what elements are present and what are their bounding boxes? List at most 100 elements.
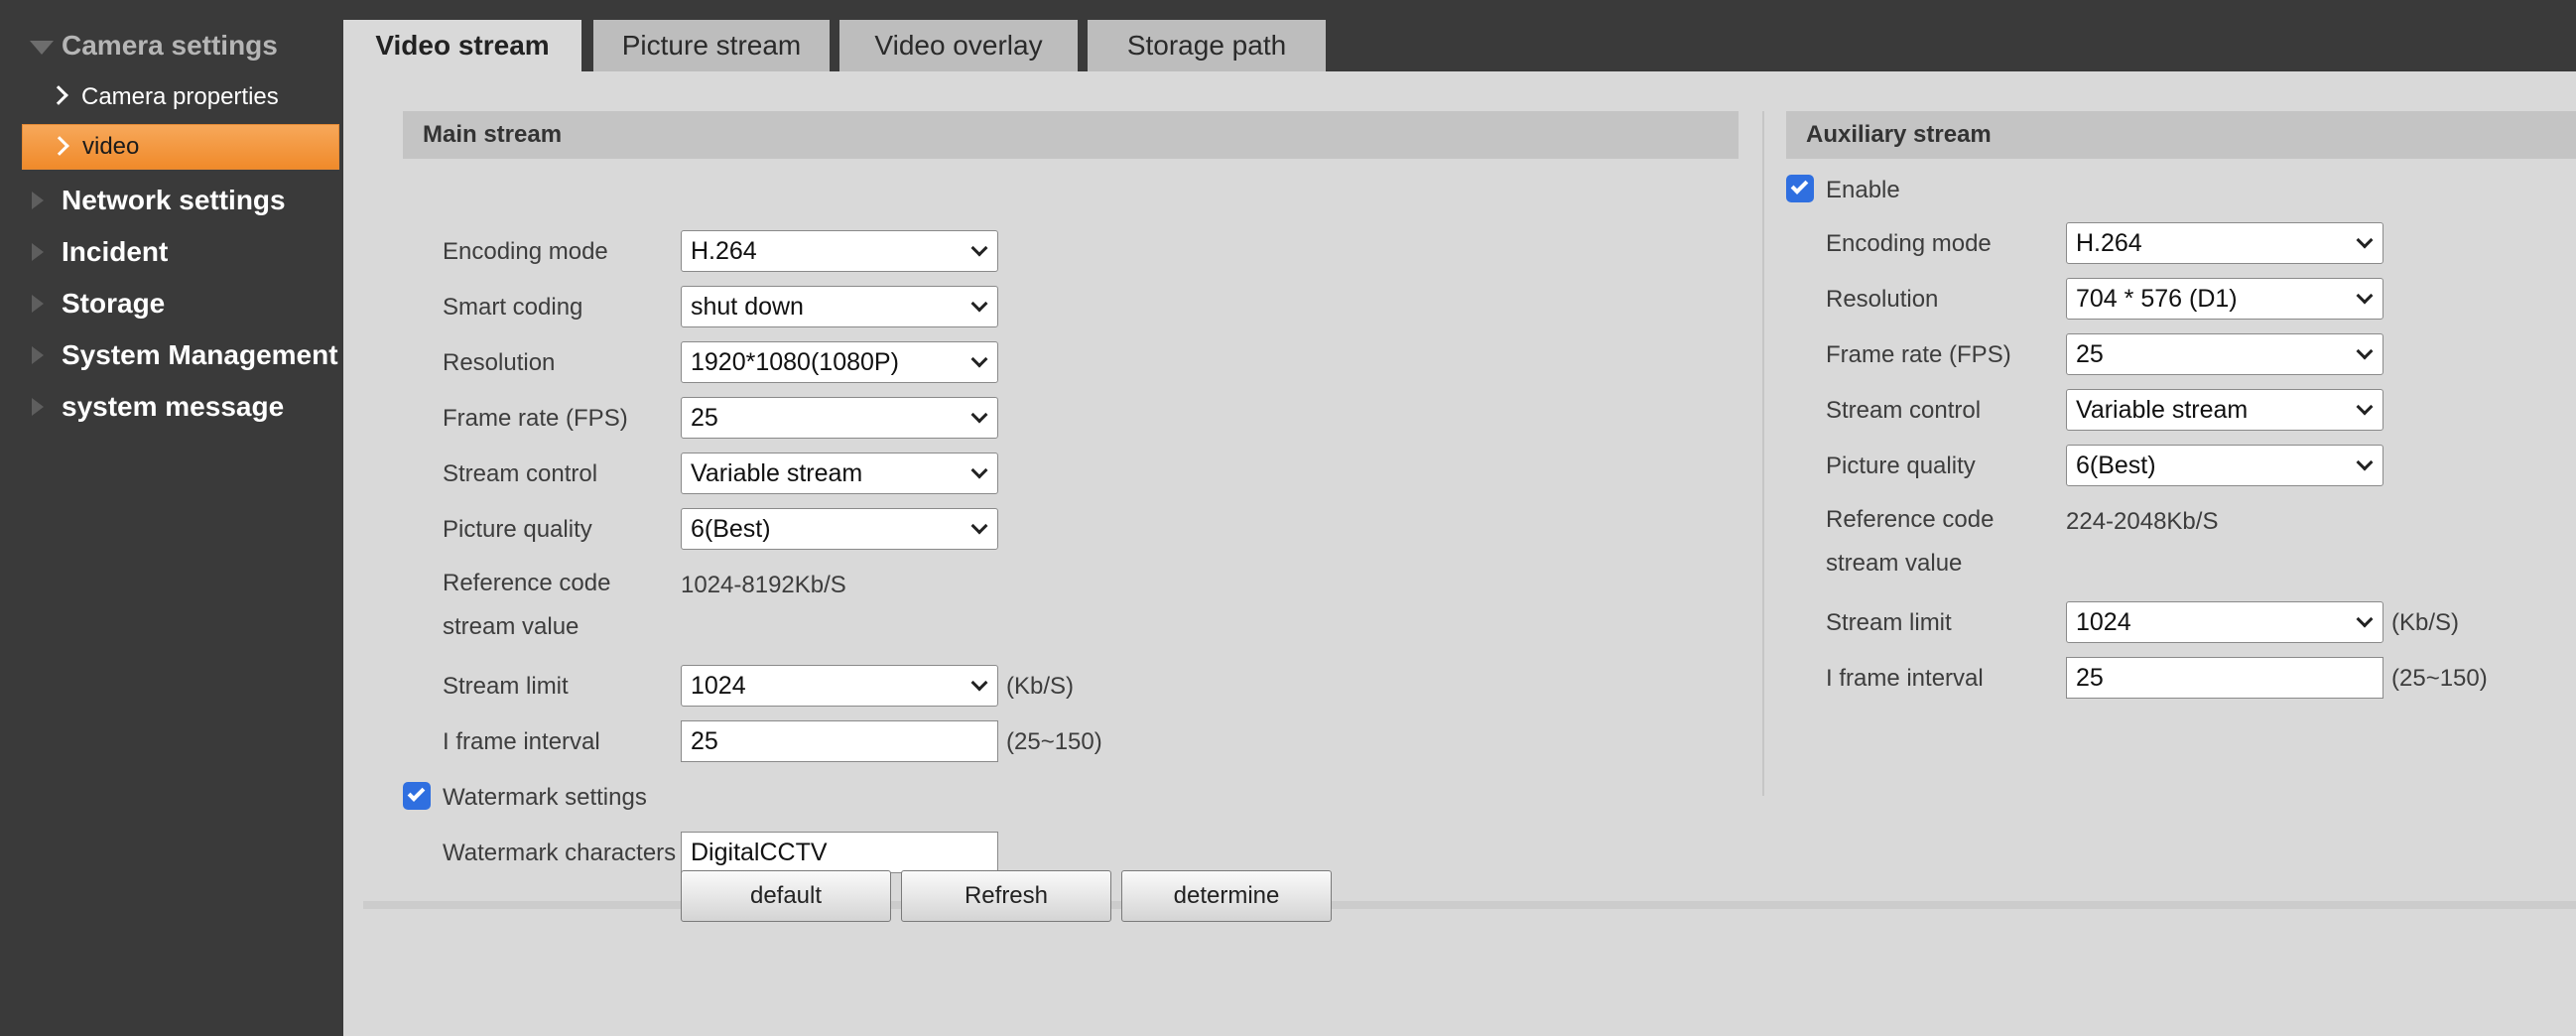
aux-iframe-interval-range: (25~150): [2391, 665, 2488, 692]
select-value: 1024: [691, 671, 746, 700]
nav-group-label: Network settings: [62, 185, 286, 215]
select-value: 1920*1080(1080P): [691, 347, 899, 376]
aux-encoding-mode-label: Encoding mode: [1826, 230, 1992, 257]
aux-picture-quality-select[interactable]: 6(Best): [2066, 445, 2383, 486]
aux-resolution-select[interactable]: 704 * 576 (D1): [2066, 278, 2383, 320]
chevron-down-icon: [970, 350, 988, 368]
picture-quality-label: Picture quality: [443, 516, 592, 543]
nav-group-label: Incident: [62, 236, 169, 267]
checkmark-icon: [1790, 177, 1809, 194]
nav-group-label: Camera settings: [62, 30, 278, 61]
nav-sub-label: Camera properties: [81, 83, 279, 110]
default-button[interactable]: default: [681, 870, 891, 922]
chevron-down-icon: [2356, 398, 2374, 416]
aux-encoding-mode-select[interactable]: H.264: [2066, 222, 2383, 264]
collapsed-triangle-icon: [32, 398, 44, 416]
checkmark-icon: [407, 784, 426, 802]
chevron-down-icon: [2356, 231, 2374, 249]
aux-frame-rate-select[interactable]: 25: [2066, 333, 2383, 375]
chevron-down-icon: [970, 239, 988, 257]
tab-storage-path[interactable]: Storage path: [1088, 20, 1326, 71]
tab-bar: Video stream Picture stream Video overla…: [343, 0, 2576, 71]
select-value: H.264: [2076, 228, 2142, 257]
select-value: 1024: [2076, 607, 2131, 636]
frame-rate-label: Frame rate (FPS): [443, 405, 628, 432]
nav-storage[interactable]: Storage: [0, 282, 343, 325]
encoding-mode-label: Encoding mode: [443, 238, 608, 265]
chevron-down-icon: [970, 406, 988, 424]
watermark-characters-label: Watermark characters: [443, 840, 677, 866]
nav-video[interactable]: video: [22, 124, 339, 170]
chevron-down-icon: [2356, 342, 2374, 360]
nav-sub-label: video: [82, 133, 140, 160]
nav-network-settings[interactable]: Network settings: [0, 179, 343, 222]
select-value: H.264: [691, 236, 757, 265]
aux-iframe-interval-label: I frame interval: [1826, 665, 1984, 692]
tab-picture-stream[interactable]: Picture stream: [593, 20, 830, 71]
stream-limit-unit: (Kb/S): [1006, 673, 1075, 700]
sidebar: Camera settings Camera properties video …: [0, 0, 343, 1036]
aux-reference-label-line2: stream value: [1826, 550, 1963, 577]
chevron-down-icon: [970, 517, 988, 535]
iframe-interval-range: (25~150): [1006, 728, 1102, 755]
tab-video-overlay[interactable]: Video overlay: [839, 20, 1078, 71]
nav-incident[interactable]: Incident: [0, 230, 343, 274]
chevron-down-icon: [970, 461, 988, 479]
iframe-interval-label: I frame interval: [443, 728, 600, 755]
select-value: Variable stream: [691, 458, 863, 487]
watermark-characters-input[interactable]: DigitalCCTV: [681, 832, 998, 873]
smart-coding-label: Smart coding: [443, 294, 583, 321]
reference-label-line2: stream value: [443, 613, 580, 640]
aux-stream-control-label: Stream control: [1826, 397, 1982, 424]
main-stream-header: Main stream: [403, 111, 1739, 159]
chevron-right-icon: [50, 136, 69, 156]
main-encoding-mode-select[interactable]: H.264: [681, 230, 998, 272]
collapsed-triangle-icon: [32, 192, 44, 209]
aux-resolution-label: Resolution: [1826, 286, 1939, 313]
select-value: 6(Best): [691, 514, 771, 543]
nav-camera-settings[interactable]: Camera settings: [0, 24, 343, 67]
aux-reference-value: 224-2048Kb/S: [2066, 508, 2219, 535]
select-value: 704 * 576 (D1): [2076, 284, 2238, 313]
main-picture-quality-select[interactable]: 6(Best): [681, 508, 998, 550]
aux-enable-checkbox[interactable]: [1786, 175, 1814, 202]
nav-system-message[interactable]: system message: [0, 385, 343, 429]
main-stream-limit-select[interactable]: 1024: [681, 665, 998, 707]
nav-camera-properties[interactable]: Camera properties: [22, 74, 339, 120]
watermark-settings-checkbox[interactable]: [403, 782, 431, 810]
aux-iframe-interval-input[interactable]: 25: [2066, 657, 2383, 699]
stream-limit-label: Stream limit: [443, 673, 569, 700]
main-iframe-interval-input[interactable]: 25: [681, 720, 998, 762]
select-value: 6(Best): [2076, 451, 2156, 479]
collapsed-triangle-icon: [32, 295, 44, 313]
column-divider: [1762, 111, 1764, 796]
determine-button[interactable]: determine: [1121, 870, 1332, 922]
chevron-right-icon: [49, 85, 68, 105]
chevron-down-icon: [970, 674, 988, 692]
aux-stream-limit-label: Stream limit: [1826, 609, 1952, 636]
reference-label-line1: Reference code: [443, 570, 611, 596]
nav-system-management[interactable]: System Management: [0, 333, 343, 377]
main-resolution-select[interactable]: 1920*1080(1080P): [681, 341, 998, 383]
expanded-triangle-icon: [30, 41, 54, 55]
chevron-down-icon: [2356, 287, 2374, 305]
stream-control-label: Stream control: [443, 460, 598, 487]
aux-stream-header: Auxiliary stream: [1786, 111, 2576, 159]
main-frame-rate-select[interactable]: 25: [681, 397, 998, 439]
select-value: 25: [691, 403, 718, 432]
watermark-settings-label: Watermark settings: [443, 784, 647, 811]
nav-group-label: System Management: [62, 339, 338, 370]
main-smart-coding-select[interactable]: shut down: [681, 286, 998, 327]
aux-stream-control-select[interactable]: Variable stream: [2066, 389, 2383, 431]
content-panel: Main stream Auxiliary stream Encoding mo…: [343, 71, 2576, 1036]
collapsed-triangle-icon: [32, 243, 44, 261]
aux-frame-rate-label: Frame rate (FPS): [1826, 341, 2011, 368]
tab-video-stream[interactable]: Video stream: [343, 20, 581, 71]
collapsed-triangle-icon: [32, 346, 44, 364]
main-stream-control-select[interactable]: Variable stream: [681, 453, 998, 494]
refresh-button[interactable]: Refresh: [901, 870, 1111, 922]
aux-stream-limit-select[interactable]: 1024: [2066, 601, 2383, 643]
nav-group-label: system message: [62, 391, 285, 422]
nav-group-label: Storage: [62, 288, 166, 319]
chevron-down-icon: [2356, 610, 2374, 628]
